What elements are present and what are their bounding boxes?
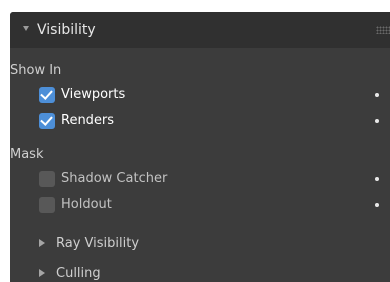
show-in-label: Show In	[10, 63, 62, 78]
drag-grip-icon[interactable]	[376, 26, 390, 34]
panel-header[interactable]: Visibility	[10, 12, 390, 48]
holdout-label[interactable]: Holdout	[61, 197, 112, 213]
visibility-panel: Visibility Show In Viewports Renders Mas…	[10, 12, 390, 282]
checkmark-icon	[40, 113, 53, 126]
shadow-catcher-label[interactable]: Shadow Catcher	[61, 171, 167, 187]
viewports-label[interactable]: Viewports	[61, 87, 125, 103]
animate-property-icon[interactable]	[375, 203, 379, 207]
animate-property-icon[interactable]	[375, 93, 379, 97]
triangle-right-icon[interactable]	[39, 269, 45, 277]
subpanel-ray-visibility[interactable]: Ray Visibility	[10, 233, 390, 255]
animate-property-icon[interactable]	[375, 119, 379, 123]
triangle-down-icon[interactable]	[23, 26, 29, 31]
shadow-catcher-row[interactable]: Shadow Catcher	[10, 168, 390, 190]
renders-checkbox[interactable]	[39, 113, 55, 129]
ray-visibility-label[interactable]: Ray Visibility	[56, 236, 139, 252]
renders-row[interactable]: Renders	[10, 110, 390, 132]
holdout-row[interactable]: Holdout	[10, 194, 390, 216]
triangle-right-icon[interactable]	[39, 239, 45, 247]
mask-label: Mask	[10, 147, 44, 162]
holdout-checkbox[interactable]	[39, 197, 55, 213]
viewports-checkbox[interactable]	[39, 87, 55, 103]
checkmark-icon	[40, 87, 53, 100]
subpanel-culling[interactable]: Culling	[10, 263, 390, 282]
animate-property-icon[interactable]	[375, 177, 379, 181]
viewports-row[interactable]: Viewports	[10, 84, 390, 106]
culling-label[interactable]: Culling	[56, 266, 101, 282]
renders-label[interactable]: Renders	[61, 113, 114, 129]
panel-title: Visibility	[37, 22, 96, 38]
shadow-catcher-checkbox[interactable]	[39, 171, 55, 187]
